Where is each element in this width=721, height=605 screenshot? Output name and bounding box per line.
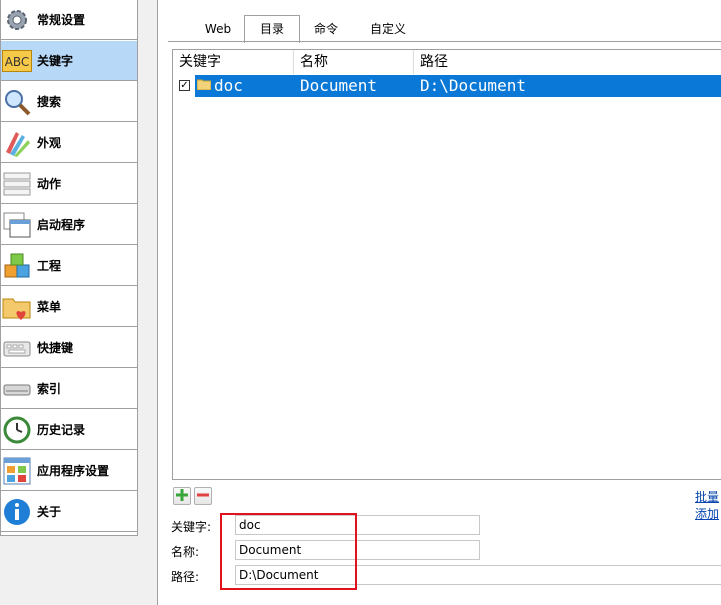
sidebar-item-label: 历史记录 — [37, 423, 86, 437]
minus-icon — [197, 489, 209, 504]
sidebar-item-label: 工程 — [37, 259, 62, 273]
cell-path: D:\Document — [420, 76, 526, 95]
sidebar-item-actions[interactable]: 动作 — [1, 164, 137, 204]
path-input[interactable] — [235, 565, 721, 585]
windows-icon — [1, 209, 33, 241]
sidebar-item-label: 关键字 — [37, 54, 74, 68]
sidebar-item-index[interactable]: 索引 — [1, 369, 137, 409]
table-header: 关键字 名称 路径 — [173, 50, 721, 74]
tab-divider — [168, 41, 721, 42]
tab-directory[interactable]: 目录 — [244, 15, 300, 43]
sidebar-item-launch-programs[interactable]: 启动程序 — [1, 205, 137, 245]
sidebar-item-label: 启动程序 — [37, 218, 86, 232]
remove-button[interactable] — [194, 487, 212, 505]
app-grid-icon — [1, 455, 33, 487]
drive-icon — [1, 373, 33, 405]
cubes-icon — [1, 250, 33, 282]
sidebar-item-menu[interactable]: 菜单 — [1, 287, 137, 327]
tab-command[interactable]: 命令 — [302, 17, 350, 41]
column-header-name[interactable]: 名称 — [294, 50, 414, 74]
sidebar-item-label: 菜单 — [37, 300, 62, 314]
folder-heart-icon — [1, 291, 33, 323]
path-label: 路径: — [171, 570, 200, 584]
cell-name: Document — [300, 76, 378, 95]
sidebar-item-label: 索引 — [37, 382, 62, 396]
abc-icon: ABC — [1, 45, 33, 77]
action-list-icon — [1, 168, 33, 200]
sidebar-item-label: 关于 — [37, 505, 62, 519]
sidebar-item-project[interactable]: 工程 — [1, 246, 137, 286]
sidebar-item-label: 外观 — [37, 136, 62, 150]
gear-icon — [1, 4, 33, 36]
keyword-table: 关键字 名称 路径 ✓ doc Document D:\Document — [172, 49, 721, 480]
sidebar-item-about[interactable]: 关于 — [1, 492, 137, 532]
folder-icon — [196, 78, 212, 93]
sidebar-item-general[interactable]: 常规设置 — [1, 0, 137, 40]
sidebar-item-appearance[interactable]: 外观 — [1, 123, 137, 163]
sidebar-item-search[interactable]: 搜索 — [1, 82, 137, 122]
name-input[interactable] — [235, 540, 480, 560]
cell-keyword: doc — [214, 76, 243, 95]
batch-add-link[interactable]: 批量添加 — [695, 488, 721, 522]
keywords-panel: Web 目录 命令 自定义 关键字 名称 路径 ✓ doc Document D… — [157, 0, 721, 605]
sidebar-item-label: 应用程序设置 — [37, 464, 110, 478]
keyboard-icon — [1, 332, 33, 364]
add-button[interactable] — [173, 487, 191, 505]
keyword-label: 关键字: — [171, 520, 212, 534]
column-header-keyword[interactable]: 关键字 — [173, 50, 294, 74]
column-header-path[interactable]: 路径 — [414, 50, 721, 74]
table-row[interactable]: ✓ doc Document D:\Document — [173, 75, 721, 97]
magnifier-icon — [1, 86, 33, 118]
sidebar-item-label: 快捷键 — [37, 341, 74, 355]
plus-icon — [176, 488, 188, 504]
abc-icon-text: ABC — [5, 55, 30, 69]
sidebar-item-label: 常规设置 — [37, 13, 86, 27]
tab-custom[interactable]: 自定义 — [354, 17, 422, 41]
sidebar-item-label: 动作 — [37, 177, 62, 191]
sidebar-item-app-settings[interactable]: 应用程序设置 — [1, 451, 137, 491]
name-label: 名称: — [171, 545, 200, 559]
sidebar-item-history[interactable]: 历史记录 — [1, 410, 137, 450]
palette-icon — [1, 127, 33, 159]
info-icon — [1, 496, 33, 528]
sidebar-item-hotkeys[interactable]: 快捷键 — [1, 328, 137, 368]
keyword-input[interactable] — [235, 515, 480, 535]
history-clock-icon — [1, 414, 33, 446]
sidebar-item-keywords[interactable]: ABC 关键字 — [1, 41, 137, 81]
settings-sidebar: 常规设置 ABC 关键字 搜索 外观 动作 启动程序 工程 菜单 快捷键 索引 … — [0, 0, 138, 536]
sidebar-item-label: 搜索 — [37, 95, 62, 109]
tab-web[interactable]: Web — [194, 17, 242, 41]
row-checkbox[interactable]: ✓ — [179, 80, 190, 91]
